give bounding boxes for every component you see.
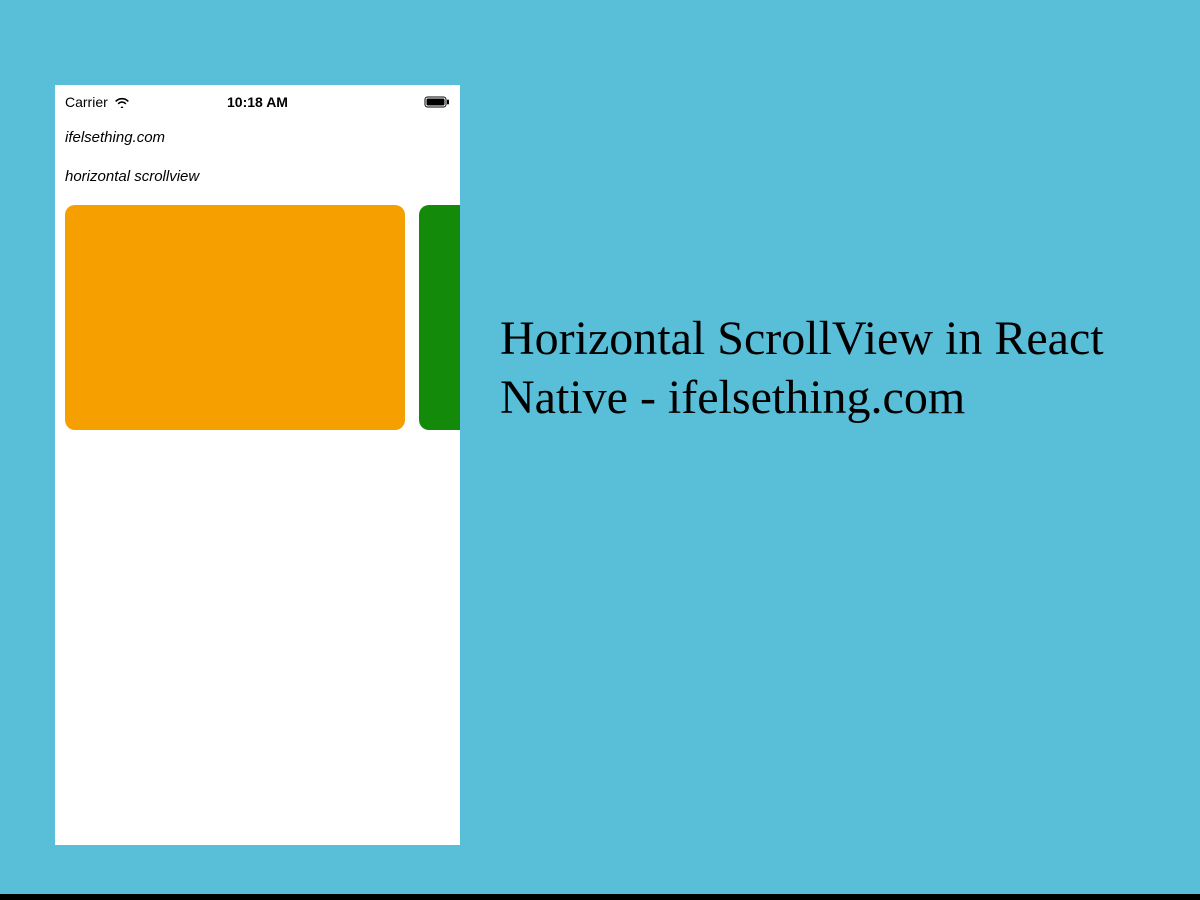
canvas: Carrier 10:18 AM [0, 0, 1200, 894]
status-bar: Carrier 10:18 AM [55, 85, 460, 115]
status-left: Carrier [65, 94, 130, 110]
phone-mockup: Carrier 10:18 AM [55, 85, 460, 845]
subtitle-label: horizontal scrollview [55, 146, 460, 185]
status-right [424, 96, 450, 108]
scroll-card [65, 205, 405, 430]
status-time: 10:18 AM [227, 94, 288, 110]
battery-icon [424, 96, 450, 108]
carrier-label: Carrier [65, 94, 108, 110]
horizontal-scrollview[interactable] [55, 205, 460, 430]
scroll-card [419, 205, 460, 430]
wifi-icon [114, 96, 130, 108]
headline-text: Horizontal ScrollView in React Native - … [500, 310, 1160, 427]
site-label: ifelsething.com [55, 115, 460, 146]
